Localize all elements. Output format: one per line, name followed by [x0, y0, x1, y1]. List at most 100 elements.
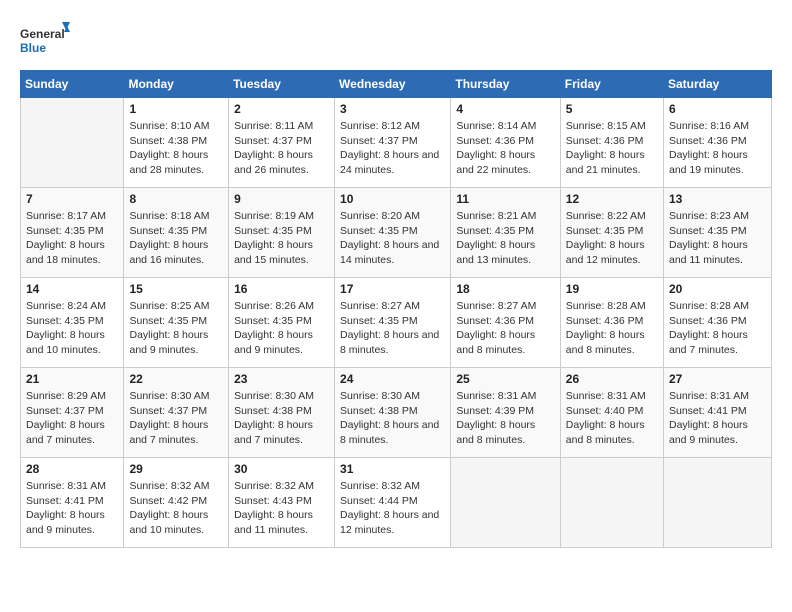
day-number: 31: [340, 462, 445, 476]
calendar-cell: [560, 458, 663, 548]
day-number: 10: [340, 192, 445, 206]
calendar-cell: 16 Sunrise: 8:26 AMSunset: 4:35 PMDayligh…: [229, 278, 335, 368]
calendar-cell: 30 Sunrise: 8:32 AMSunset: 4:43 PMDayligh…: [229, 458, 335, 548]
calendar-cell: 8Sunrise: 8:18 AMSunset: 4:35 PMDaylight…: [124, 188, 229, 278]
calendar-cell: 18 Sunrise: 8:27 AMSunset: 4:36 PMDayligh…: [451, 278, 560, 368]
day-info: Sunrise: 8:24 AMSunset: 4:35 PMDaylight:…: [26, 299, 118, 358]
calendar-cell: 9Sunrise: 8:19 AMSunset: 4:35 PMDaylight…: [229, 188, 335, 278]
calendar-body: 1 Sunrise: 8:10 AMSunset: 4:38 PMDaylight…: [21, 98, 772, 548]
day-number: 24: [340, 372, 445, 386]
calendar-cell: 14Sunrise: 8:24 AMSunset: 4:35 PMDayligh…: [21, 278, 124, 368]
calendar-week-4: 21 Sunrise: 8:29 AMSunset: 4:37 PMDayligh…: [21, 368, 772, 458]
calendar-cell: 13Sunrise: 8:23 AMSunset: 4:35 PMDayligh…: [664, 188, 772, 278]
header-tuesday: Tuesday: [229, 71, 335, 98]
day-number: 28: [26, 462, 118, 476]
header-friday: Friday: [560, 71, 663, 98]
day-number: 2: [234, 102, 329, 116]
svg-text:General: General: [20, 27, 65, 41]
day-number: 18: [456, 282, 554, 296]
calendar-cell: [21, 98, 124, 188]
day-number: 22: [129, 372, 223, 386]
day-info: Sunrise: 8:31 AMSunset: 4:41 PMDaylight:…: [26, 479, 118, 538]
calendar-cell: 5Sunrise: 8:15 AMSunset: 4:36 PMDaylight…: [560, 98, 663, 188]
day-info: Sunrise: 8:16 AMSunset: 4:36 PMDaylight:…: [669, 119, 766, 178]
day-info: Sunrise: 8:19 AMSunset: 4:35 PMDaylight:…: [234, 209, 329, 268]
day-info: Sunrise: 8:28 AMSunset: 4:36 PMDaylight:…: [566, 299, 658, 358]
calendar-cell: 28 Sunrise: 8:31 AMSunset: 4:41 PMDayligh…: [21, 458, 124, 548]
day-info: Sunrise: 8:30 AMSunset: 4:38 PMDaylight:…: [234, 389, 329, 448]
calendar-cell: 6 Sunrise: 8:16 AMSunset: 4:36 PMDaylight…: [664, 98, 772, 188]
page-header: General Blue: [20, 20, 772, 60]
day-number: 23: [234, 372, 329, 386]
day-info: Sunrise: 8:25 AMSunset: 4:35 PMDaylight:…: [129, 299, 223, 358]
calendar-cell: 4 Sunrise: 8:14 AMSunset: 4:36 PMDaylight…: [451, 98, 560, 188]
calendar-cell: 2 Sunrise: 8:11 AMSunset: 4:37 PMDaylight…: [229, 98, 335, 188]
day-number: 5: [566, 102, 658, 116]
calendar-week-3: 14Sunrise: 8:24 AMSunset: 4:35 PMDayligh…: [21, 278, 772, 368]
day-number: 16: [234, 282, 329, 296]
header-saturday: Saturday: [664, 71, 772, 98]
day-number: 21: [26, 372, 118, 386]
day-info: Sunrise: 8:27 AMSunset: 4:36 PMDaylight:…: [456, 299, 554, 358]
calendar-cell: 22 Sunrise: 8:30 AMSunset: 4:37 PMDayligh…: [124, 368, 229, 458]
calendar-cell: 20 Sunrise: 8:28 AMSunset: 4:36 PMDayligh…: [664, 278, 772, 368]
calendar-cell: 31Sunrise: 8:32 AMSunset: 4:44 PMDayligh…: [335, 458, 451, 548]
calendar-cell: 23 Sunrise: 8:30 AMSunset: 4:38 PMDayligh…: [229, 368, 335, 458]
header-wednesday: Wednesday: [335, 71, 451, 98]
calendar-cell: 1 Sunrise: 8:10 AMSunset: 4:38 PMDaylight…: [124, 98, 229, 188]
day-number: 19: [566, 282, 658, 296]
day-info: Sunrise: 8:18 AMSunset: 4:35 PMDaylight:…: [129, 209, 223, 268]
day-number: 17: [340, 282, 445, 296]
calendar-cell: 11Sunrise: 8:21 AMSunset: 4:35 PMDayligh…: [451, 188, 560, 278]
calendar-header-row: SundayMondayTuesdayWednesdayThursdayFrid…: [21, 71, 772, 98]
calendar-cell: 3 Sunrise: 8:12 AMSunset: 4:37 PMDaylight…: [335, 98, 451, 188]
day-info: Sunrise: 8:32 AMSunset: 4:42 PMDaylight:…: [129, 479, 223, 538]
calendar-cell: 29 Sunrise: 8:32 AMSunset: 4:42 PMDayligh…: [124, 458, 229, 548]
day-info: Sunrise: 8:31 AMSunset: 4:41 PMDaylight:…: [669, 389, 766, 448]
day-info: Sunrise: 8:27 AMSunset: 4:35 PMDaylight:…: [340, 299, 445, 358]
day-number: 4: [456, 102, 554, 116]
calendar-cell: 21 Sunrise: 8:29 AMSunset: 4:37 PMDayligh…: [21, 368, 124, 458]
calendar-cell: 25Sunrise: 8:31 AMSunset: 4:39 PMDayligh…: [451, 368, 560, 458]
day-number: 15: [129, 282, 223, 296]
day-info: Sunrise: 8:11 AMSunset: 4:37 PMDaylight:…: [234, 119, 329, 178]
day-info: Sunrise: 8:17 AMSunset: 4:35 PMDaylight:…: [26, 209, 118, 268]
logo-svg: General Blue: [20, 20, 70, 60]
day-info: Sunrise: 8:20 AMSunset: 4:35 PMDaylight:…: [340, 209, 445, 268]
day-number: 27: [669, 372, 766, 386]
day-info: Sunrise: 8:32 AMSunset: 4:43 PMDaylight:…: [234, 479, 329, 538]
day-info: Sunrise: 8:28 AMSunset: 4:36 PMDaylight:…: [669, 299, 766, 358]
calendar-cell: 27 Sunrise: 8:31 AMSunset: 4:41 PMDayligh…: [664, 368, 772, 458]
day-number: 1: [129, 102, 223, 116]
calendar-cell: [664, 458, 772, 548]
header-monday: Monday: [124, 71, 229, 98]
day-info: Sunrise: 8:26 AMSunset: 4:35 PMDaylight:…: [234, 299, 329, 358]
day-info: Sunrise: 8:30 AMSunset: 4:38 PMDaylight:…: [340, 389, 445, 448]
day-number: 30: [234, 462, 329, 476]
calendar-week-1: 1 Sunrise: 8:10 AMSunset: 4:38 PMDaylight…: [21, 98, 772, 188]
day-info: Sunrise: 8:12 AMSunset: 4:37 PMDaylight:…: [340, 119, 445, 178]
day-info: Sunrise: 8:31 AMSunset: 4:40 PMDaylight:…: [566, 389, 658, 448]
day-info: Sunrise: 8:29 AMSunset: 4:37 PMDaylight:…: [26, 389, 118, 448]
day-number: 26: [566, 372, 658, 386]
day-number: 3: [340, 102, 445, 116]
day-number: 25: [456, 372, 554, 386]
svg-text:Blue: Blue: [20, 41, 46, 55]
calendar-cell: 24 Sunrise: 8:30 AMSunset: 4:38 PMDayligh…: [335, 368, 451, 458]
day-number: 29: [129, 462, 223, 476]
calendar-week-2: 7Sunrise: 8:17 AMSunset: 4:35 PMDaylight…: [21, 188, 772, 278]
day-number: 11: [456, 192, 554, 206]
day-info: Sunrise: 8:22 AMSunset: 4:35 PMDaylight:…: [566, 209, 658, 268]
day-number: 6: [669, 102, 766, 116]
day-info: Sunrise: 8:23 AMSunset: 4:35 PMDaylight:…: [669, 209, 766, 268]
calendar-cell: [451, 458, 560, 548]
calendar-cell: 17 Sunrise: 8:27 AMSunset: 4:35 PMDayligh…: [335, 278, 451, 368]
day-number: 20: [669, 282, 766, 296]
header-thursday: Thursday: [451, 71, 560, 98]
calendar-cell: 19 Sunrise: 8:28 AMSunset: 4:36 PMDayligh…: [560, 278, 663, 368]
day-info: Sunrise: 8:30 AMSunset: 4:37 PMDaylight:…: [129, 389, 223, 448]
day-info: Sunrise: 8:14 AMSunset: 4:36 PMDaylight:…: [456, 119, 554, 178]
day-info: Sunrise: 8:10 AMSunset: 4:38 PMDaylight:…: [129, 119, 223, 178]
calendar-cell: 26 Sunrise: 8:31 AMSunset: 4:40 PMDayligh…: [560, 368, 663, 458]
logo: General Blue: [20, 20, 70, 60]
